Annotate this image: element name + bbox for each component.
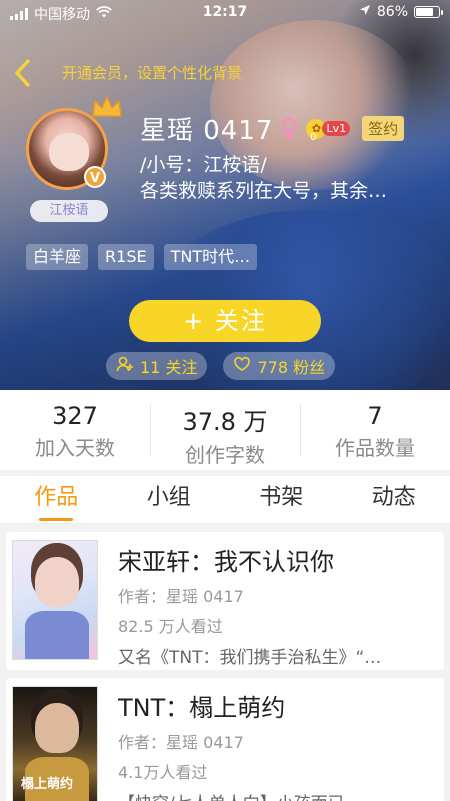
book-cover: 榻上萌约 — [12, 686, 98, 801]
status-bar: 中国移动 12:17 86% — [0, 0, 450, 26]
tab-groups[interactable]: 小组 — [113, 476, 226, 523]
work-reads: 82.5 万人看过 — [118, 617, 223, 636]
following-button[interactable]: 11 关注 — [106, 352, 208, 380]
work-reads: 4.1万人看过 — [118, 763, 208, 782]
profile-tags: 白羊座 R1SE TNT时代… — [26, 244, 258, 270]
female-icon: ♀ — [279, 113, 299, 144]
tab-activity[interactable]: 动态 — [338, 476, 450, 523]
fans-count: 778 粉丝 — [257, 358, 326, 377]
list-item[interactable]: 宋亚轩：我不认识你 作者：星瑶 0417 82.5 万人看过 又名《TNT：我们… — [6, 532, 444, 670]
fans-button[interactable]: 778 粉丝 — [223, 352, 336, 380]
stat-label: 作品数量 — [335, 436, 415, 460]
tag-item[interactable]: TNT时代… — [163, 244, 258, 270]
tag-item[interactable]: R1SE — [98, 244, 154, 270]
stat-value: 7 — [367, 402, 383, 430]
cover-title: 榻上萌约 — [21, 777, 74, 792]
bio-line: 各类救赎系列在大号，其余… — [140, 180, 388, 202]
stat-label: 创作字数 — [185, 443, 265, 467]
follow-counts: 11 关注 778 粉丝 — [106, 352, 336, 380]
profile-header-background: 中国移动 12:17 86% 开通会员，设置个性化背景 V 江桉语 星瑶 041… — [0, 0, 450, 390]
profile-bio[interactable]: /小号：江桉语/ 各类救赎系列在大号，其余… — [140, 152, 445, 204]
work-author: 作者：星瑶 0417 — [118, 587, 244, 606]
profile-stats: 327 加入天数 37.8 万 创作字数 7 作品数量 — [0, 390, 450, 470]
verified-badge: V — [84, 166, 106, 188]
works-list: 宋亚轩：我不认识你 作者：星瑶 0417 82.5 万人看过 又名《TNT：我们… — [6, 532, 444, 801]
location-arrow-icon — [359, 4, 371, 20]
heart-chat-icon — [233, 355, 251, 377]
tab-works[interactable]: 作品 — [0, 476, 113, 523]
stat-value: 37.8 万 — [182, 408, 268, 436]
stat-works-count: 7 作品数量 — [300, 390, 450, 470]
list-item[interactable]: 榻上萌约 TNT：榻上萌约 作者：星瑶 0417 4.1万人看过 【快穿/七人单… — [6, 678, 444, 801]
bio-line: /小号：江桉语/ — [140, 154, 267, 176]
follow-button[interactable]: + 关注 — [129, 300, 321, 342]
battery-icon — [414, 6, 443, 18]
work-title: 宋亚轩：我不认识你 — [118, 548, 334, 576]
alt-account-tag[interactable]: 江桉语 — [30, 200, 108, 222]
stat-word-count: 37.8 万 创作字数 — [150, 390, 300, 470]
work-author: 作者：星瑶 0417 — [118, 733, 244, 752]
battery-percent: 86% — [376, 4, 408, 20]
stat-join-days: 327 加入天数 — [0, 390, 150, 470]
signed-author-badge: 签约 — [362, 116, 405, 141]
profile-screen: 中国移动 12:17 86% 开通会员，设置个性化背景 V 江桉语 星瑶 041… — [0, 0, 450, 801]
user-add-icon — [116, 355, 134, 377]
book-cover — [12, 540, 98, 660]
tag-item[interactable]: 白羊座 — [26, 244, 89, 270]
work-title: TNT：榻上萌约 — [118, 694, 286, 722]
work-description: 【快穿/七人单人向】小孩而已 — [118, 789, 436, 801]
profile-name: 星瑶 0417 — [140, 116, 274, 146]
stat-value: 327 — [52, 402, 98, 430]
profile-tabs: 作品 小组 书架 动态 — [0, 476, 450, 524]
level-number: 0 — [310, 132, 317, 143]
tab-bookshelf[interactable]: 书架 — [225, 476, 338, 523]
vip-background-banner[interactable]: 开通会员，设置个性化背景 — [62, 62, 242, 83]
avatar[interactable]: V — [26, 96, 122, 190]
work-description: 又名《TNT：我们携手治私生》“… — [118, 648, 382, 668]
level-label: Lv1 — [322, 121, 351, 136]
profile-name-row: 星瑶 0417 ♀ ✿ Lv1 签约 — [140, 110, 405, 147]
stat-label: 加入天数 — [35, 436, 115, 460]
crown-icon — [90, 94, 124, 120]
back-button[interactable] — [10, 56, 36, 90]
following-count: 11 关注 — [140, 358, 198, 377]
